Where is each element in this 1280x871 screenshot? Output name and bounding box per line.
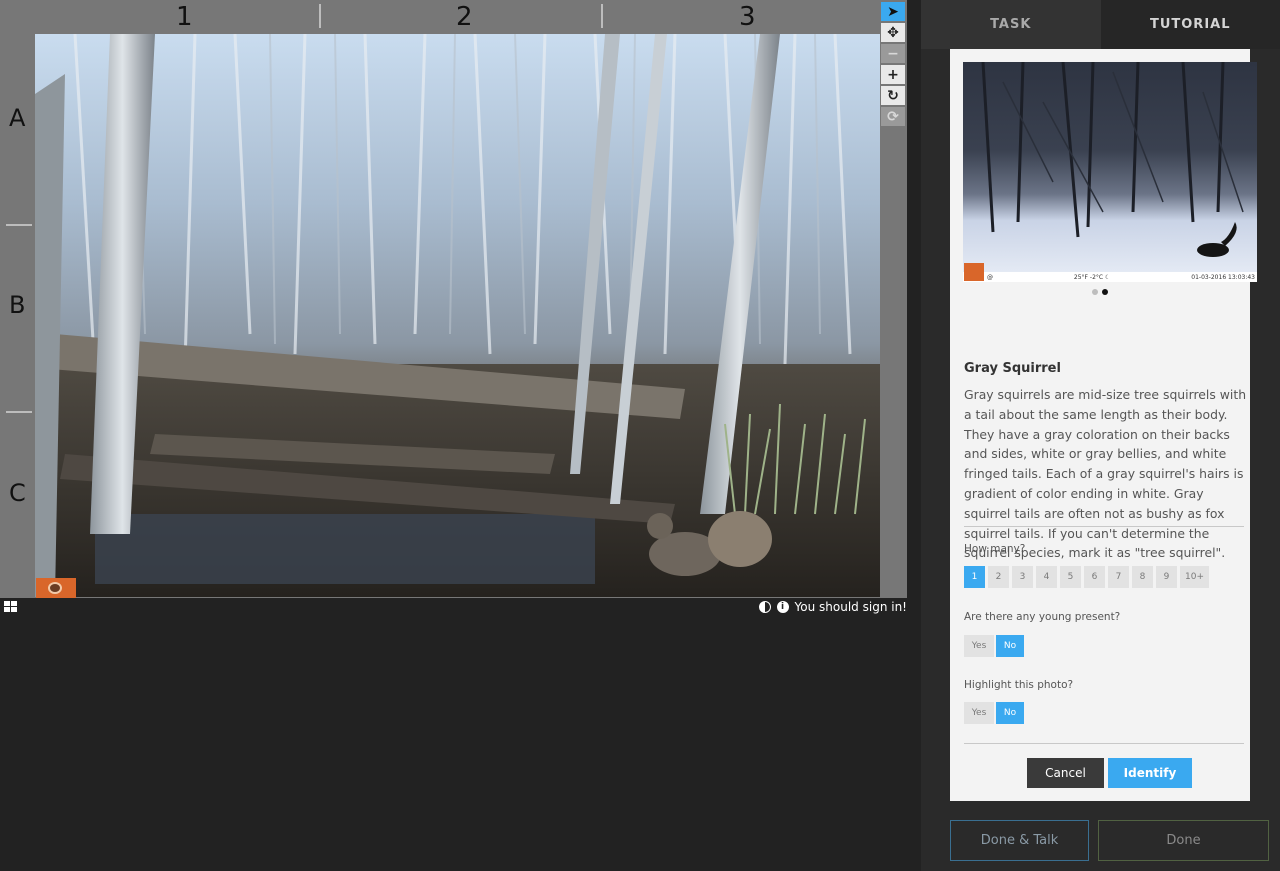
- grid-column-label: 1: [176, 2, 193, 32]
- count-option-button[interactable]: 3: [1012, 566, 1033, 588]
- grid-row-divider: [6, 224, 32, 226]
- subject-photo[interactable]: [35, 34, 880, 597]
- camera-info-strip: @ 25°F -2°C ☾ 01-03-2016 13:03:43: [963, 272, 1257, 282]
- zoom-in-icon[interactable]: +: [881, 65, 905, 84]
- grid-row-divider: [6, 411, 32, 413]
- info-icon[interactable]: i: [776, 601, 789, 613]
- highlight-options: Yes No: [964, 702, 1024, 724]
- viewer-status-bar: i You should sign in!: [758, 600, 907, 614]
- zoom-out-icon[interactable]: −: [881, 44, 905, 63]
- young-present-options: Yes No: [964, 635, 1024, 657]
- grid-column-label: 3: [739, 2, 756, 32]
- tab-tutorial[interactable]: TUTORIAL: [1100, 0, 1280, 49]
- camera-brand-logo: [964, 263, 984, 281]
- contrast-icon[interactable]: [758, 601, 771, 613]
- highlight-label: Highlight this photo?: [964, 679, 1074, 691]
- classification-panel: TASK TUTORIAL @ 25°F -2°C ☾ 01-03-2016 1…: [921, 0, 1280, 871]
- grid-column-divider: [319, 4, 321, 28]
- species-card: @ 25°F -2°C ☾ 01-03-2016 13:03:43 Gray S…: [950, 49, 1257, 801]
- carousel-dots: [950, 289, 1250, 295]
- viewer-toolbar: ➤ ✥ − + ↻ ⟳: [881, 2, 906, 128]
- done-and-talk-button[interactable]: Done & Talk: [950, 820, 1089, 861]
- app-root: 1 2 3 A B C ➤ ✥ − + ↻ ⟳ i You should sig…: [0, 0, 1280, 871]
- tab-task[interactable]: TASK: [921, 0, 1101, 49]
- young-present-label: Are there any young present?: [964, 611, 1121, 623]
- select-tool-icon[interactable]: ➤: [881, 2, 905, 21]
- camera-brand-logo: [36, 578, 76, 598]
- highlight-yes-button[interactable]: Yes: [964, 702, 994, 724]
- cancel-button[interactable]: Cancel: [1027, 758, 1104, 788]
- grid-column-divider: [601, 4, 603, 28]
- species-title: Gray Squirrel: [964, 361, 1061, 376]
- count-option-button[interactable]: 9: [1156, 566, 1177, 588]
- camera-timestamp: 01-03-2016 13:03:43: [1191, 273, 1255, 281]
- count-option-button[interactable]: 10+: [1180, 566, 1209, 588]
- count-option-button[interactable]: 6: [1084, 566, 1105, 588]
- carousel-dot-active[interactable]: [1102, 289, 1108, 295]
- snow-forest-illustration: [981, 62, 1244, 257]
- how-many-label: How many?: [964, 543, 1026, 555]
- rotate-icon[interactable]: ↻: [881, 86, 905, 105]
- species-example-image: @ 25°F -2°C ☾ 01-03-2016 13:03:43: [963, 62, 1257, 282]
- count-option-button[interactable]: 5: [1060, 566, 1081, 588]
- identify-button[interactable]: Identify: [1108, 758, 1192, 788]
- species-description: Gray squirrels are mid-size tree squirre…: [964, 387, 1247, 561]
- move-tool-icon[interactable]: ✥: [881, 23, 905, 42]
- image-viewer: 1 2 3 A B C ➤ ✥ − + ↻ ⟳: [0, 0, 907, 598]
- highlight-no-button[interactable]: No: [996, 702, 1024, 724]
- young-no-button[interactable]: No: [996, 635, 1024, 657]
- grid-column-label: 2: [456, 2, 473, 32]
- count-options: 1 2 3 4 5 6 7 8 9 10+: [964, 566, 1209, 588]
- forest-scene-illustration: [35, 34, 880, 597]
- grid-row-label: A: [9, 104, 26, 132]
- camera-temperature: 25°F -2°C ☾: [1073, 273, 1111, 281]
- grid-row-label: B: [9, 291, 26, 319]
- reset-view-icon[interactable]: ⟳: [881, 107, 905, 126]
- count-option-button[interactable]: 7: [1108, 566, 1129, 588]
- divider: [964, 526, 1244, 527]
- count-option-button[interactable]: 8: [1132, 566, 1153, 588]
- count-option-button[interactable]: 1: [964, 566, 985, 588]
- done-button[interactable]: Done: [1098, 820, 1269, 861]
- grid-row-label: C: [9, 479, 26, 507]
- sign-in-message[interactable]: You should sign in!: [795, 600, 907, 614]
- divider: [964, 743, 1244, 744]
- carousel-dot[interactable]: [1092, 289, 1098, 295]
- camera-info-symbol: @: [987, 273, 993, 281]
- grid-toggle-icon[interactable]: [4, 601, 18, 613]
- count-option-button[interactable]: 2: [988, 566, 1009, 588]
- count-option-button[interactable]: 4: [1036, 566, 1057, 588]
- panel-tabs: TASK TUTORIAL: [921, 0, 1280, 49]
- young-yes-button[interactable]: Yes: [964, 635, 994, 657]
